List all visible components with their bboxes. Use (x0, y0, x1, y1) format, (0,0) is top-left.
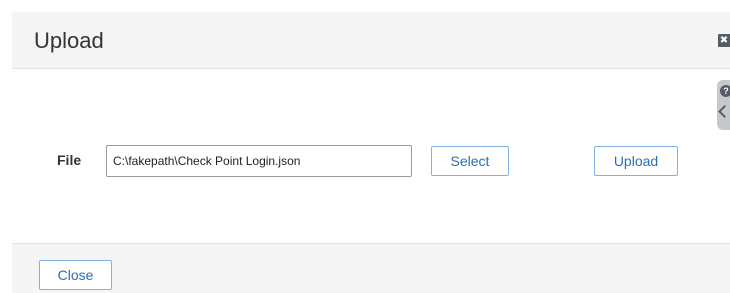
dialog-title: Upload (34, 28, 104, 53)
help-icon: ? (720, 85, 730, 97)
help-side-tab[interactable]: ? (717, 80, 730, 130)
dialog-header: Upload ✖ (12, 12, 730, 69)
file-label: File (57, 152, 82, 168)
file-path-input[interactable] (106, 145, 412, 177)
dialog-footer: Close (12, 243, 730, 293)
select-button[interactable]: Select (431, 146, 509, 176)
close-button[interactable]: Close (39, 260, 112, 290)
upload-button[interactable]: Upload (594, 146, 678, 176)
chevron-left-icon (718, 105, 730, 118)
close-icon[interactable]: ✖ (718, 34, 730, 47)
upload-dialog: Upload ✖ ? File Select Upload Close (0, 0, 730, 293)
